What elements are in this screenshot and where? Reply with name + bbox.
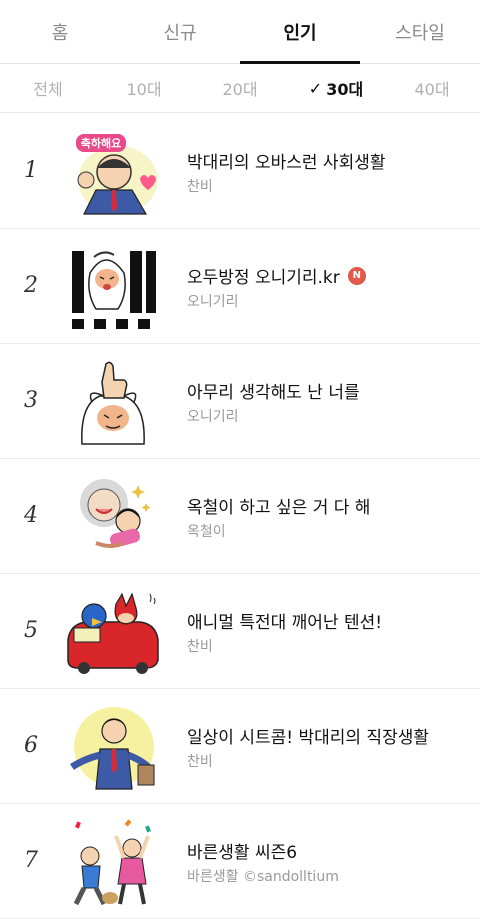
- onigiri-exclaim-sticker-icon: [72, 251, 156, 329]
- sticker-title: 옥철이 하고 싶은 거 다 해: [187, 493, 370, 518]
- rank-number: 5: [24, 618, 38, 643]
- grandma-girl-sticker-icon: [80, 479, 151, 548]
- title-text: 오두방정 오니기리.kr: [187, 268, 340, 288]
- title-text: 애니멀 특전대 깨어난 텐션!: [187, 613, 383, 633]
- rank-number: 4: [24, 503, 38, 528]
- title-text: 바른생활 씨즌6: [187, 843, 298, 863]
- list-item[interactable]: 5 애니멀 특전대 깨어난 텐션! 찬비: [0, 574, 480, 689]
- age-filter-label: 10대: [126, 80, 162, 99]
- animals-red-car-sticker-icon: [67, 592, 159, 674]
- tab-label: 인기: [283, 22, 317, 44]
- tab-label: 홈: [51, 22, 69, 44]
- age-filter-label: 40대: [414, 80, 450, 99]
- sticker-author: 오니기리: [187, 409, 239, 425]
- sticker-author: 찬비: [187, 639, 213, 655]
- rank-number: 7: [24, 848, 38, 873]
- office-worker-heart-sticker-icon: 축하해요: [76, 134, 158, 215]
- sticker-title: 바른생활 씨즌6: [187, 838, 297, 863]
- list-item[interactable]: 3 아무리 생각해도 난 너를 오니기리: [0, 344, 480, 459]
- list-item[interactable]: 2 오두방정 오니기리.kr N 오니기리: [0, 229, 480, 344]
- title-text: 아무리 생각해도 난 너를: [187, 383, 360, 403]
- onigiri-thumbs-up-sticker-icon: [81, 361, 145, 445]
- celebrating-people-sticker-icon: [73, 819, 151, 906]
- tab-label: 신규: [163, 22, 197, 44]
- new-badge: N: [347, 266, 366, 285]
- age-filter-bar: 전체 10대 20대 ✓ 30대 40대: [0, 64, 480, 113]
- thumb-label: 축하해요: [81, 136, 121, 150]
- age-filter-20s[interactable]: 20대: [192, 64, 288, 112]
- tab-label: 스타일: [395, 22, 445, 44]
- rank-number: 2: [24, 273, 38, 298]
- sticker-author: 찬비: [187, 179, 213, 195]
- sticker-title: 오두방정 오니기리.kr N: [187, 263, 366, 288]
- title-text: 옥철이 하고 싶은 거 다 해: [187, 498, 371, 518]
- age-filter-label: 전체: [33, 80, 63, 99]
- sticker-author: 옥철이: [187, 524, 226, 540]
- list-item[interactable]: 4 옥철이 하고 싶은 거 다 해 옥철이: [0, 459, 480, 574]
- office-worker-shrug-sticker-icon: [70, 707, 155, 790]
- tab-popular[interactable]: 인기: [240, 0, 360, 64]
- list-item[interactable]: 7 바른생활 씨즌6 바른생활 ©sandolltium: [0, 804, 480, 919]
- sticker-title: 일상이 시트콤! 박대리의 직장생활: [187, 723, 429, 748]
- sticker-title: 박대리의 오바스런 사회생활: [187, 148, 386, 173]
- age-filter-label: 30대: [326, 80, 364, 99]
- sticker-title: 애니멀 특전대 깨어난 텐션!: [187, 608, 382, 633]
- age-filter-all[interactable]: 전체: [0, 64, 96, 112]
- title-text: 박대리의 오바스런 사회생활: [187, 153, 386, 173]
- ranking-list: 1 축하해요 박대리의 오바스런 사회생활 찬비 2 오두방정 오니기리.kr …: [0, 114, 480, 919]
- check-icon: ✓: [308, 78, 323, 98]
- rank-number: 3: [24, 388, 38, 413]
- sticker-author: 찬비: [187, 754, 213, 770]
- age-filter-10s[interactable]: 10대: [96, 64, 192, 112]
- list-item[interactable]: 6 일상이 시트콤! 박대리의 직장생활 찬비: [0, 689, 480, 804]
- list-item[interactable]: 1 축하해요 박대리의 오바스런 사회생활 찬비: [0, 114, 480, 229]
- title-text: 일상이 시트콤! 박대리의 직장생활: [187, 728, 429, 748]
- sticker-title: 아무리 생각해도 난 너를: [187, 378, 360, 403]
- age-filter-30s[interactable]: ✓ 30대: [288, 64, 384, 112]
- sticker-author: 바른생활 ©sandolltium: [187, 869, 339, 885]
- rank-number: 6: [24, 733, 38, 758]
- rank-number: 1: [24, 158, 38, 183]
- tab-new[interactable]: 신규: [120, 0, 240, 63]
- age-filter-40s[interactable]: 40대: [384, 64, 480, 112]
- sticker-author: 오니기리: [187, 294, 239, 310]
- tab-style[interactable]: 스타일: [360, 0, 480, 63]
- tab-home[interactable]: 홈: [0, 0, 120, 63]
- age-filter-label: 20대: [222, 80, 258, 99]
- main-tabs: 홈 신규 인기 스타일: [0, 0, 480, 64]
